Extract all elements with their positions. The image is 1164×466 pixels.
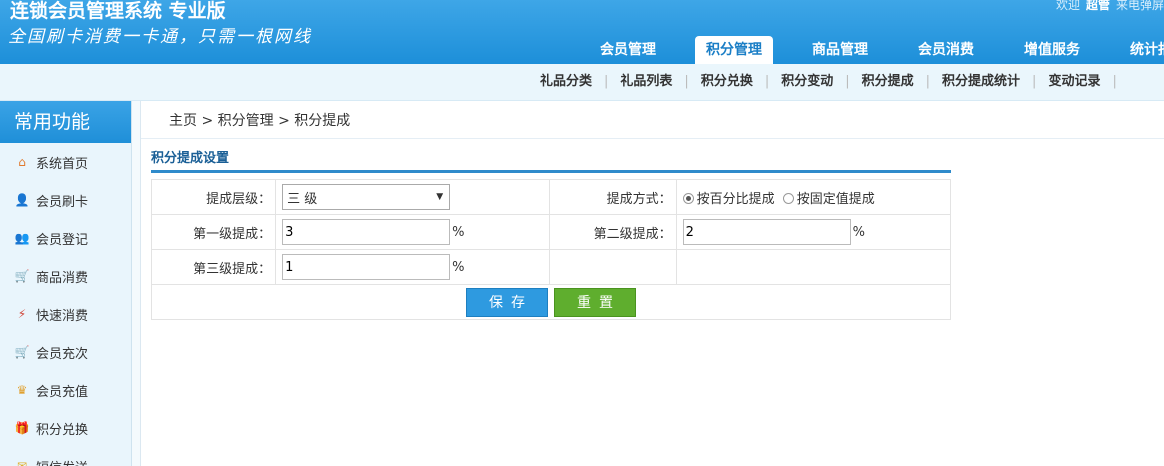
level-label: 提成层级： <box>150 179 277 215</box>
chevron-down-icon: ▼ <box>436 192 444 202</box>
recharge-count-icon: 🛒 <box>14 345 30 359</box>
subnav-commission-stats[interactable]: 积分提成统计 <box>932 64 1030 100</box>
gift-icon: 🎁 <box>14 421 30 435</box>
third-level-label: 第三级提成： <box>150 249 277 285</box>
sidebar-title: 常用功能 <box>0 101 131 143</box>
sidebar-item[interactable]: 🛒 商品消费 <box>0 257 131 295</box>
level-select-value: 三 级 <box>287 191 318 207</box>
reset-button[interactable]: 重置 <box>554 287 636 317</box>
sub-nav: 礼品分类 | 礼品列表 | 积分兑换 | 积分变动 | 积分提成 | 积分提成统计 | 变动… <box>0 64 1164 101</box>
sidebar-item[interactable]: ⚡ 快速消费 <box>0 295 131 333</box>
save-button[interactable]: 保存 <box>466 287 548 317</box>
sidebar: 常用功能 ⌂ 系统首页 👤 会员刷卡 👥 会员登记 🛒 商品消费 ⚡ 快速消费 🛒 会员充次 ♛ 会员充值… <box>0 101 132 466</box>
subnav-change-records[interactable]: 变动记录 <box>1038 64 1110 100</box>
third-level-input[interactable] <box>282 254 451 280</box>
sidebar-item[interactable]: 🎁 积分兑换 <box>0 409 131 447</box>
radio-fixed[interactable] <box>782 192 794 204</box>
second-level-label: 第二级提成： <box>549 214 677 250</box>
subnav-points-change[interactable]: 积分变动 <box>771 64 843 100</box>
main-content: 主页 > 积分管理 > 积分提成 积分提成设置 提成层级： 三 级 ▼ 提成方式：… <box>140 101 1164 466</box>
sidebar-item[interactable]: 👤 会员刷卡 <box>0 181 131 219</box>
cart-icon: 🛒 <box>14 269 30 283</box>
radio-percentage[interactable] <box>682 192 694 204</box>
percent-sign: % <box>452 224 465 240</box>
username[interactable]: 超管 <box>1086 0 1110 12</box>
users-icon: 👥 <box>14 231 30 245</box>
subnav-gift-list[interactable]: 礼品列表 <box>610 64 682 100</box>
sidebar-item[interactable]: 🛒 会员充次 <box>0 333 131 371</box>
sidebar-item-label: 会员登记 <box>36 232 89 248</box>
mail-icon: ✉ <box>16 459 28 466</box>
percent-sign: % <box>852 224 865 240</box>
sidebar-item-label: 会员刷卡 <box>36 194 89 210</box>
user-card-icon: 👤 <box>14 193 30 207</box>
sidebar-item[interactable]: ♛ 会员充值 <box>0 371 131 409</box>
app-title: 连锁会员管理系统 专业版 <box>10 0 226 22</box>
panel-title: 积分提成设置 <box>151 147 951 173</box>
home-icon: ⌂ <box>18 155 26 169</box>
nav-points-management[interactable]: 积分管理 <box>695 36 773 64</box>
sidebar-item-label: 积分兑换 <box>36 422 89 438</box>
nav-statistics-reports[interactable]: 统计报表 <box>1105 36 1164 64</box>
nav-value-added-services[interactable]: 增值服务 <box>999 36 1105 64</box>
nav-member-consumption[interactable]: 会员消费 <box>893 36 999 64</box>
main-nav: 会员管理 积分管理 商品管理 会员消费 增值服务 统计报表 <box>575 36 1164 64</box>
first-level-label: 第一级提成： <box>150 214 277 250</box>
sidebar-item-label: 商品消费 <box>36 270 89 286</box>
subnav-points-commission[interactable]: 积分提成 <box>852 64 924 100</box>
level-select[interactable]: 三 级 ▼ <box>282 184 451 210</box>
crown-icon: ♛ <box>16 383 28 397</box>
method-label: 提成方式： <box>549 179 677 215</box>
user-info: 欢迎 超管 来电弹屏 <box>1056 0 1164 13</box>
welcome-text: 欢迎 <box>1055 0 1080 12</box>
sidebar-item-label: 会员充次 <box>36 346 89 362</box>
breadcrumb: 主页 > 积分管理 > 积分提成 <box>141 101 1164 139</box>
sidebar-item-label: 系统首页 <box>36 156 89 172</box>
header: 连锁会员管理系统 专业版 全国刷卡消费一卡通，只需一根网线 欢迎 超管 来电弹屏 会… <box>0 0 1164 64</box>
fast-icon: ⚡ <box>17 307 27 321</box>
sidebar-item-label: 短信发送 <box>36 457 88 466</box>
percent-sign: % <box>452 259 465 275</box>
first-level-input[interactable] <box>282 219 451 245</box>
caller-popup-link[interactable]: 来电弹屏 <box>1116 0 1164 12</box>
nav-member-management[interactable]: 会员管理 <box>575 36 681 64</box>
sidebar-item-label: 快速消费 <box>36 308 89 324</box>
nav-product-management[interactable]: 商品管理 <box>787 36 893 64</box>
commission-form: 提成层级： 三 级▼ 提成方式： 按百分比提成 按固定值提成 第一级提成： % … <box>150 179 952 320</box>
sidebar-item-label: 会员充值 <box>36 384 89 400</box>
sidebar-item[interactable]: ⌂ 系统首页 <box>0 143 131 181</box>
subnav-points-exchange[interactable]: 积分兑换 <box>691 64 763 100</box>
radio-fixed-label[interactable]: 按固定值提成 <box>797 192 875 207</box>
radio-percentage-label[interactable]: 按百分比提成 <box>697 192 775 207</box>
second-level-input[interactable] <box>682 219 851 245</box>
sidebar-item[interactable]: 👥 会员登记 <box>0 219 131 257</box>
sidebar-item[interactable]: ✉ 短信发送 <box>0 447 131 466</box>
subnav-gift-category[interactable]: 礼品分类 <box>530 64 602 100</box>
slogan: 全国刷卡消费一卡通，只需一根网线 <box>8 27 312 47</box>
